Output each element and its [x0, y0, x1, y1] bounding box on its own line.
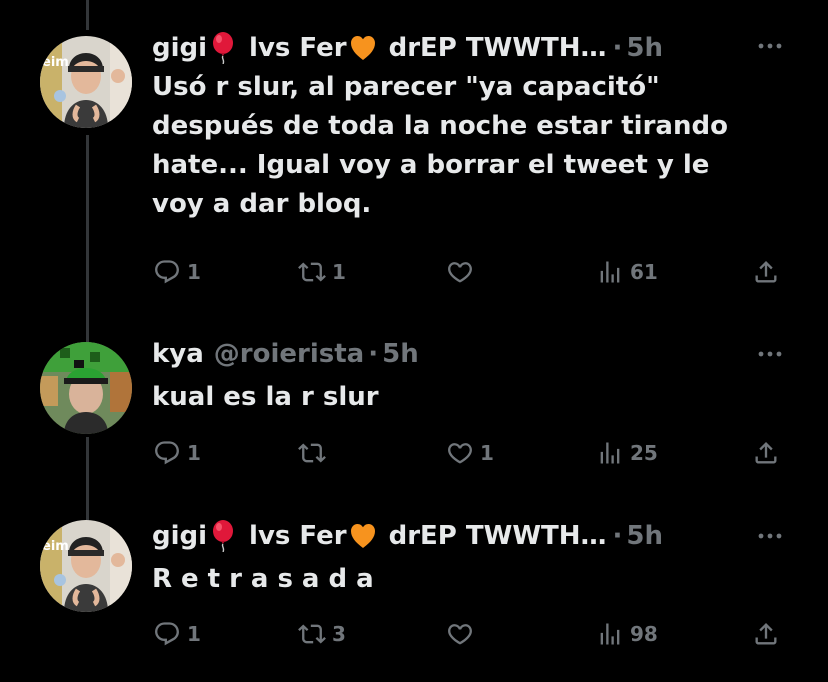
- timestamp[interactable]: 5h: [626, 521, 663, 551]
- timestamp[interactable]: 5h: [626, 33, 663, 63]
- share-icon: [752, 258, 780, 286]
- tweet-text-line: Usó r slur, al parecer "ya capacitó": [152, 72, 660, 102]
- avatar-image: [40, 520, 132, 612]
- display-name-part[interactable]: lvs Fer: [249, 33, 347, 63]
- reply-count: 1: [187, 622, 201, 646]
- retweet-button[interactable]: 1: [298, 252, 346, 292]
- tweet-text-line: kual es la r slur: [152, 382, 379, 412]
- tweet-header: kya @roierista · 5h: [152, 334, 419, 374]
- tweet-1[interactable]: gigi lvs Fer drEP TWWTH… · 5h Usó r slur…: [0, 26, 828, 316]
- tweet-text-line: después de toda la noche estar tirando: [152, 111, 728, 141]
- retweet-count: 3: [332, 622, 346, 646]
- like-button[interactable]: [446, 614, 480, 654]
- reply-button[interactable]: 1: [153, 433, 201, 473]
- more-icon[interactable]: [752, 32, 788, 60]
- views-button[interactable]: 98: [596, 614, 658, 654]
- views-count: 61: [630, 260, 658, 284]
- tweet-text: Retrasada: [152, 560, 792, 599]
- separator-dot: ·: [368, 339, 379, 369]
- more-icon[interactable]: [752, 522, 788, 550]
- share-icon: [752, 620, 780, 648]
- display-name[interactable]: gigi: [152, 521, 207, 551]
- action-bar: 1 1 25: [0, 433, 828, 473]
- avatar-image: [40, 342, 132, 434]
- tweet-text-line: Retrasada: [152, 564, 383, 594]
- display-name-part[interactable]: drEP TWWTH…: [389, 33, 607, 63]
- like-count: 1: [480, 441, 494, 465]
- retweet-icon: [298, 439, 326, 467]
- separator-dot: ·: [612, 521, 623, 551]
- user-handle[interactable]: @roierista: [214, 339, 364, 369]
- retweet-icon: [298, 258, 326, 286]
- like-button[interactable]: 1: [446, 433, 494, 473]
- tweet-3[interactable]: gigi lvs Fer drEP TWWTH… · 5h Retrasada …: [0, 516, 828, 676]
- share-button[interactable]: [752, 614, 780, 654]
- red-balloon-emoji-icon: [209, 32, 237, 64]
- reply-button[interactable]: 1: [153, 614, 201, 654]
- tweet-header: gigi lvs Fer drEP TWWTH… · 5h: [152, 516, 663, 556]
- share-button[interactable]: [752, 433, 780, 473]
- avatar[interactable]: [40, 36, 132, 128]
- display-name-part[interactable]: drEP TWWTH…: [389, 521, 607, 551]
- retweet-button[interactable]: 3: [298, 614, 346, 654]
- avatar-image: [40, 36, 132, 128]
- action-bar: 1 3 98: [0, 614, 828, 654]
- avatar[interactable]: [40, 520, 132, 612]
- tweet-text-line: hate... Igual voy a borrar el tweet y le: [152, 150, 710, 180]
- heart-icon: [446, 620, 474, 648]
- reply-icon: [153, 620, 181, 648]
- heart-icon: [446, 439, 474, 467]
- retweet-icon: [298, 620, 326, 648]
- views-icon: [596, 258, 624, 286]
- tweet-text-line: voy a dar bloq.: [152, 189, 372, 219]
- tweet-text: kual es la r slur: [152, 378, 792, 417]
- display-name-part[interactable]: lvs Fer: [249, 521, 347, 551]
- more-icon[interactable]: [752, 340, 788, 368]
- orange-heart-emoji-icon: [349, 32, 377, 64]
- views-icon: [596, 620, 624, 648]
- separator-dot: ·: [612, 33, 623, 63]
- share-button[interactable]: [752, 252, 780, 292]
- reply-count: 1: [187, 441, 201, 465]
- display-name[interactable]: kya: [152, 339, 204, 369]
- tweet-2[interactable]: kya @roierista · 5h kual es la r slur 1 …: [0, 334, 828, 484]
- heart-icon: [446, 258, 474, 286]
- red-balloon-emoji-icon: [209, 520, 237, 552]
- views-count: 25: [630, 441, 658, 465]
- tweet-text: Usó r slur, al parecer "ya capacitó" des…: [152, 68, 792, 224]
- tweet-header: gigi lvs Fer drEP TWWTH… · 5h: [152, 28, 663, 68]
- reply-icon: [153, 258, 181, 286]
- display-name[interactable]: gigi: [152, 33, 207, 63]
- views-count: 98: [630, 622, 658, 646]
- avatar[interactable]: [40, 342, 132, 434]
- retweet-button[interactable]: [298, 433, 332, 473]
- reply-button[interactable]: 1: [153, 252, 201, 292]
- views-button[interactable]: 61: [596, 252, 658, 292]
- like-button[interactable]: [446, 252, 480, 292]
- reply-count: 1: [187, 260, 201, 284]
- orange-heart-emoji-icon: [349, 520, 377, 552]
- views-button[interactable]: 25: [596, 433, 658, 473]
- views-icon: [596, 439, 624, 467]
- retweet-count: 1: [332, 260, 346, 284]
- action-bar: 1 1 61: [0, 252, 828, 292]
- share-icon: [752, 439, 780, 467]
- reply-icon: [153, 439, 181, 467]
- timestamp[interactable]: 5h: [382, 339, 419, 369]
